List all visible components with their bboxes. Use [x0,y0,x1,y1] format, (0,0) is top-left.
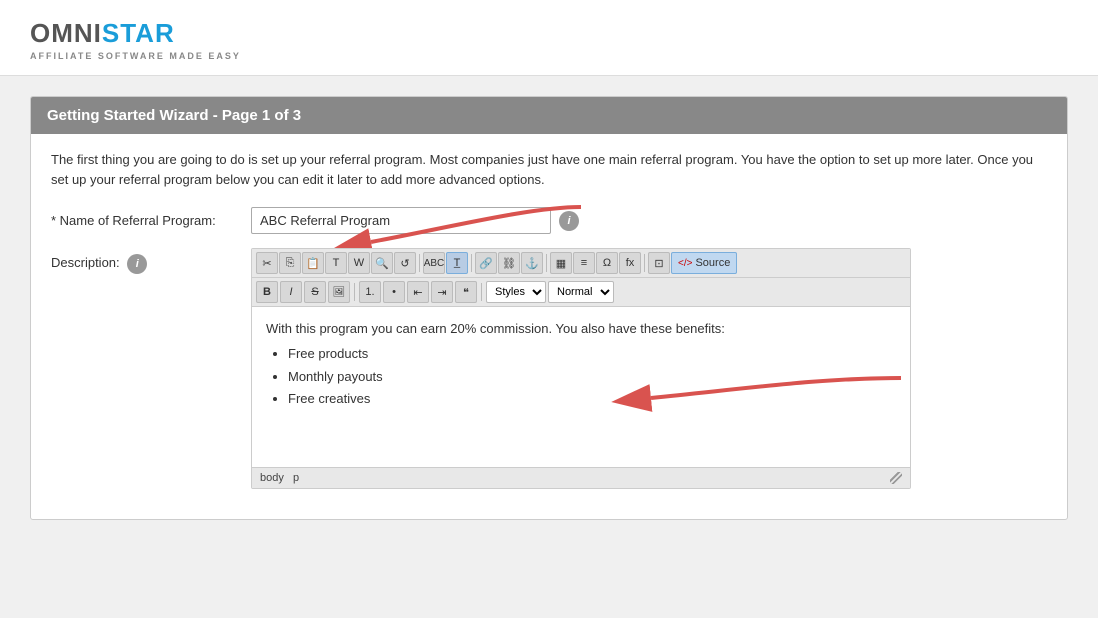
tb-special[interactable]: Ω [596,252,618,274]
name-input-row: i [251,207,1047,234]
footer-p: p [293,472,299,484]
logo-omni: OMNI [30,18,102,48]
name-row: * Name of Referral Program: i [51,207,1047,234]
tb-link[interactable]: 🔗 [475,252,497,274]
styles-select[interactable]: Styles [486,281,546,303]
name-info-icon[interactable]: i [559,211,579,231]
tb-indent[interactable]: ⇥ [431,281,453,303]
wizard-header: Getting Started Wizard - Page 1 of 3 [31,97,1067,134]
tb-anchor[interactable]: ⚓ [521,252,543,274]
rte-list: Free products Monthly payouts Free creat… [288,344,896,410]
tb-table[interactable]: ▦ [550,252,572,274]
tb-outdent[interactable]: ⇤ [407,281,429,303]
page-wrapper: OMNISTAR AFFILIATE SOFTWARE MADE EASY Ge… [0,0,1098,618]
description-info-icon[interactable]: i [127,254,147,274]
tb-sep2 [471,254,472,272]
tb-align[interactable]: ≡ [573,252,595,274]
wizard-title: Getting Started Wizard - Page 1 of 3 [47,107,301,124]
rte-intro: With this program you can earn 20% commi… [266,319,896,340]
source-icon: </> [678,258,692,269]
tb-ul[interactable]: • [383,281,405,303]
tb-cut[interactable]: ✂ [256,252,278,274]
tb-format[interactable]: T̲ [446,252,468,274]
tb-image[interactable]: 🖼 [328,281,350,303]
logo-text: OMNISTAR [30,18,1068,49]
tb-paste-text[interactable]: T [325,252,347,274]
tb-sep6 [481,283,482,301]
description-label: Description: i [51,248,251,274]
description-field: ✂ ⎘ 📋 T W 🔍 ↺ ABC T̲ [251,248,1047,489]
tb-sep4 [644,254,645,272]
logo: OMNISTAR AFFILIATE SOFTWARE MADE EASY [30,18,1068,61]
rte-footer-text: body p [260,472,299,484]
rte-container: ✂ ⎘ 📋 T W 🔍 ↺ ABC T̲ [251,248,911,489]
tb-ol[interactable]: 1. [359,281,381,303]
rte-resize-handle[interactable] [890,472,902,484]
tb-strikethrough[interactable]: S [304,281,326,303]
tb-paste[interactable]: 📋 [302,252,324,274]
tb-math[interactable]: fx [619,252,641,274]
tb-sep3 [546,254,547,272]
source-label: Source [695,257,730,269]
tb-sep1 [419,254,420,272]
wizard-panel: Getting Started Wizard - Page 1 of 3 The… [30,96,1068,520]
tb-quote[interactable]: ❝ [455,281,477,303]
wizard-description: The first thing you are going to do is s… [51,150,1047,189]
logo-star: STAR [102,18,175,48]
list-item-2: Free creatives [288,389,896,410]
rte-content[interactable]: With this program you can earn 20% commi… [252,307,910,467]
header: OMNISTAR AFFILIATE SOFTWARE MADE EASY [0,0,1098,76]
tb-find[interactable]: 🔍 [371,252,393,274]
wizard-body: The first thing you are going to do is s… [31,134,1067,519]
name-input[interactable] [251,207,551,234]
tb-spellcheck[interactable]: ABC [423,252,445,274]
tb-bold[interactable]: B [256,281,278,303]
description-row: Description: i ✂ ⎘ 📋 T W � [51,248,1047,489]
normal-select[interactable]: Normal [548,281,614,303]
tb-paste-word[interactable]: W [348,252,370,274]
tb-copy[interactable]: ⎘ [279,252,301,274]
list-item-0: Free products [288,344,896,365]
list-item-1: Monthly payouts [288,367,896,388]
footer-body: body [260,472,284,484]
main-content: Getting Started Wizard - Page 1 of 3 The… [0,76,1098,540]
name-field: i [251,207,1047,234]
tb-replace[interactable]: ↺ [394,252,416,274]
rte-footer: body p [252,467,910,488]
logo-tagline: AFFILIATE SOFTWARE MADE EASY [30,51,1068,61]
rte-toolbar-row2: B I S 🖼 1. • ⇤ ⇥ ❝ [252,278,910,307]
tb-unlink[interactable]: ⛓ [498,252,520,274]
tb-source-btn[interactable]: </> Source [671,252,737,274]
name-label: * Name of Referral Program: [51,207,251,228]
tb-sep5 [354,283,355,301]
tb-maximize[interactable]: ⊡ [648,252,670,274]
rte-toolbar-row1: ✂ ⎘ 📋 T W 🔍 ↺ ABC T̲ [252,249,910,278]
tb-italic[interactable]: I [280,281,302,303]
